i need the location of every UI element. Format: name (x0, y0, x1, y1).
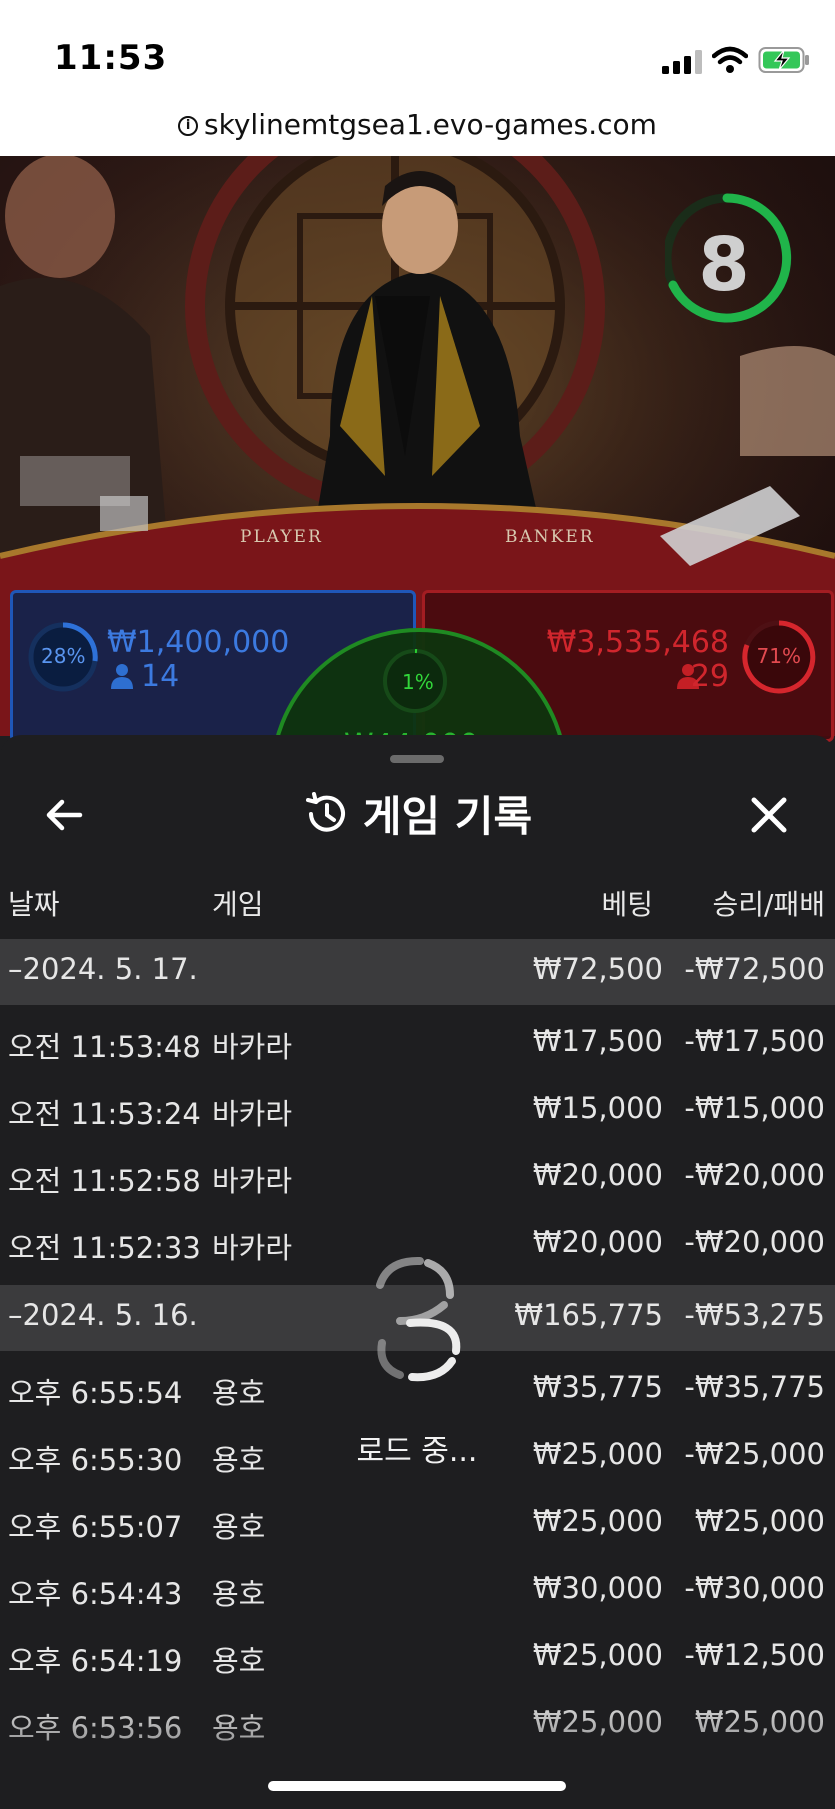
column-header-bet: 베팅 (601, 888, 653, 921)
column-header-date: 날짜 (8, 888, 60, 921)
column-header-game: 게임 (212, 888, 264, 921)
column-header-result: 승리/패배 (712, 888, 825, 921)
player-amount: ₩1,400,000 (107, 625, 290, 660)
row-bet: ₩20,000 (532, 1225, 663, 1259)
table-row[interactable]: 오전 11:53:48 바카라 ₩17,500 -₩17,500 (0, 1011, 835, 1075)
url-bar[interactable]: i skylinemtgsea1.evo-games.com (0, 100, 835, 156)
loading-text: 로드 중... (356, 1434, 478, 1469)
sheet-drag-handle[interactable] (390, 755, 444, 763)
table-label-banker: BANKER (505, 527, 595, 547)
row-bet: ₩25,000 (532, 1705, 663, 1739)
table-label-player: PLAYER (240, 527, 323, 547)
row-bet: ₩30,000 (532, 1571, 663, 1605)
banker-count: 29 (690, 659, 729, 694)
row-result: -₩12,500 (684, 1638, 825, 1672)
row-game: 바카라 (212, 1097, 293, 1131)
row-result: -₩72,500 (684, 952, 825, 986)
table-row[interactable]: 오후 6:54:43 용호 ₩30,000 -₩30,000 (0, 1558, 835, 1622)
table-row[interactable]: 오후 6:53:56 용호 ₩25,000 ₩25,000 (0, 1692, 835, 1756)
row-date: 오전 11:52:33 (8, 1231, 201, 1265)
row-bet: ₩25,000 (532, 1437, 663, 1471)
row-bet: ₩35,775 (532, 1370, 663, 1404)
tie-pct: 1% (402, 670, 434, 694)
row-result: -₩53,275 (684, 1298, 825, 1332)
row-game: 용호 (212, 1443, 266, 1477)
row-date: 오후 6:55:30 (8, 1443, 183, 1477)
row-result: -₩35,775 (684, 1370, 825, 1404)
row-date: 오후 6:55:07 (8, 1510, 183, 1544)
sheet-title: 게임 기록 (362, 792, 533, 841)
history-icon (305, 791, 345, 832)
row-date: 오후 6:54:19 (8, 1644, 183, 1678)
row-date: 오전 11:53:24 (8, 1097, 201, 1131)
battery-charging-icon (758, 47, 809, 73)
row-bet: ₩20,000 (532, 1158, 663, 1192)
sheet-header: 게임 기록 (0, 783, 835, 844)
url-text: skylinemtgsea1.evo-games.com (204, 108, 657, 141)
row-game: 용호 (212, 1577, 266, 1611)
row-date: 오전 11:53:48 (8, 1030, 201, 1064)
row-result: -₩20,000 (684, 1225, 825, 1259)
table-row[interactable]: 오전 11:53:24 바카라 ₩15,000 -₩15,000 (0, 1078, 835, 1142)
person-icon (111, 664, 133, 689)
row-bet: ₩17,500 (532, 1024, 663, 1058)
row-result: ₩25,000 (694, 1705, 825, 1739)
info-icon[interactable]: i (178, 116, 199, 136)
row-game: 용호 (212, 1376, 266, 1410)
status-bar: 11:53 (0, 0, 835, 100)
row-date: –2024. 5. 17. (8, 952, 198, 986)
row-bet: ₩72,500 (532, 952, 663, 986)
row-game: 바카라 (212, 1030, 293, 1064)
row-result: -₩20,000 (684, 1158, 825, 1192)
signal-icon (662, 50, 702, 74)
table-row[interactable]: 오전 11:52:58 바카라 ₩20,000 -₩20,000 (0, 1145, 835, 1209)
status-time: 11:53 (54, 38, 168, 78)
row-bet: ₩165,775 (514, 1298, 663, 1332)
table-row[interactable]: 오후 6:54:19 용호 ₩25,000 -₩12,500 (0, 1625, 835, 1689)
row-result: -₩25,000 (684, 1437, 825, 1471)
row-game: 용호 (212, 1644, 266, 1678)
row-game: 용호 (212, 1711, 266, 1745)
loading-spinner-icon (376, 1256, 461, 1382)
row-game: 용호 (212, 1510, 266, 1544)
row-game: 바카라 (212, 1231, 293, 1265)
wifi-icon (712, 46, 748, 73)
banker-pct: 71% (756, 644, 801, 668)
row-date: 오후 6:55:54 (8, 1376, 183, 1410)
row-bet: ₩25,000 (532, 1638, 663, 1672)
row-date: 오전 11:52:58 (8, 1164, 201, 1198)
banker-amount: ₩3,535,468 (546, 625, 729, 660)
round-timer: 8 (698, 222, 750, 308)
date-group-row[interactable]: –2024. 5. 17. ₩72,500 -₩72,500 (0, 939, 835, 1005)
row-result: -₩15,000 (684, 1091, 825, 1125)
player-count: 14 (141, 659, 180, 694)
home-indicator[interactable] (268, 1781, 566, 1791)
row-game: 바카라 (212, 1164, 293, 1198)
row-result: -₩30,000 (684, 1571, 825, 1605)
player-pct: 28% (41, 644, 86, 668)
row-date: 오후 6:53:56 (8, 1711, 183, 1745)
row-bet: ₩25,000 (532, 1504, 663, 1538)
row-date: 오후 6:54:43 (8, 1577, 183, 1611)
close-icon[interactable] (744, 790, 794, 840)
row-result: ₩25,000 (694, 1504, 825, 1538)
table-row[interactable]: 오후 6:55:07 용호 ₩25,000 ₩25,000 (0, 1491, 835, 1555)
row-result: -₩17,500 (684, 1024, 825, 1058)
row-date: –2024. 5. 16. (8, 1298, 198, 1332)
row-bet: ₩15,000 (532, 1091, 663, 1125)
